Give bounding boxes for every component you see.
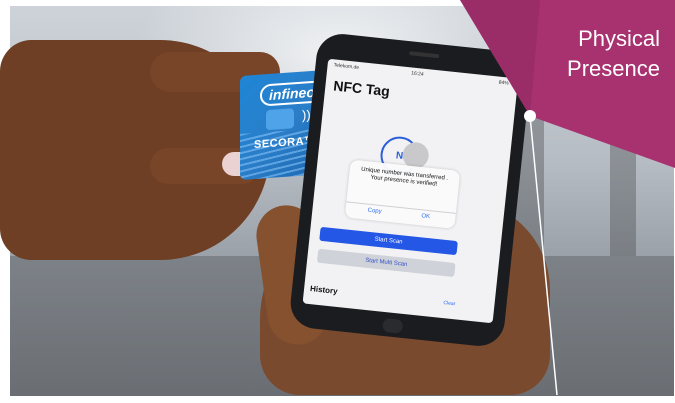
callout-label-line1: Physical [578,26,660,51]
callout-label: Physical Presence [520,24,660,84]
callout-label-line2: Presence [567,56,660,81]
photo-stage: infineon )))) SECORA™ Pay Telekom.de 16:… [0,0,675,403]
callout-pointer-line [529,115,558,396]
callout-anchor-dot [524,110,536,122]
